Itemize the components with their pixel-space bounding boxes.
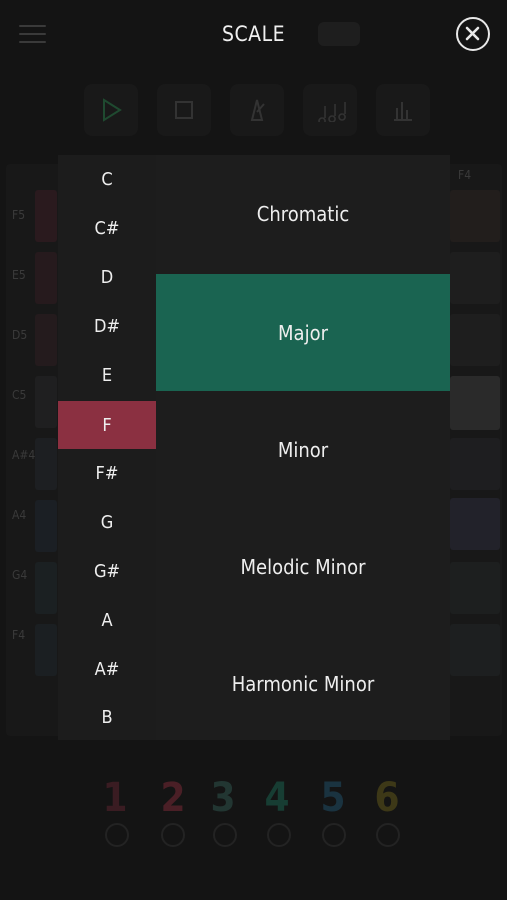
scale-type-list: Chromatic Major Minor Melodic Minor Harm… [156, 155, 450, 740]
note-option-e[interactable]: E [58, 351, 156, 399]
play-button [84, 84, 138, 136]
note-option-f[interactable]: F [58, 401, 156, 449]
note-option-a[interactable]: A [58, 596, 156, 644]
power-icon [105, 823, 129, 847]
note-option-g-sharp[interactable]: G# [58, 547, 156, 595]
grid-cell [35, 438, 57, 490]
grid-cell [450, 438, 500, 490]
grid-cell [450, 190, 500, 242]
scale-option-harmonic-minor[interactable]: Harmonic Minor [156, 625, 450, 742]
note-option-c-sharp[interactable]: C# [58, 204, 156, 252]
note-option-g[interactable]: G [58, 498, 156, 546]
notes-icon [318, 102, 346, 122]
grid-cell [35, 562, 57, 614]
column-label: F4 [458, 168, 472, 182]
grid-cell [35, 376, 57, 428]
notes-button [303, 84, 357, 136]
power-icon [376, 823, 400, 847]
bars-icon [394, 102, 412, 121]
channel-number: 6 [374, 775, 400, 821]
channel-number: 2 [160, 775, 186, 821]
bars-button [376, 84, 430, 136]
note-option-f-sharp[interactable]: F# [58, 449, 156, 497]
close-button[interactable] [456, 17, 490, 51]
grid-cell [35, 190, 57, 242]
grid-cell [35, 500, 57, 552]
row-label: F5 [12, 208, 26, 222]
note-option-d[interactable]: D [58, 253, 156, 301]
power-icon [161, 823, 185, 847]
grid-cell [450, 498, 500, 550]
channel-number: 4 [264, 775, 290, 821]
note-option-a-sharp[interactable]: A# [58, 645, 156, 693]
grid-cell [450, 252, 500, 304]
row-label: A4 [12, 508, 27, 522]
channel-number: 5 [320, 775, 346, 821]
row-label: G4 [12, 568, 28, 582]
row-label: D5 [12, 328, 28, 342]
power-icon [213, 823, 237, 847]
scale-option-chromatic[interactable]: Chromatic [156, 155, 450, 272]
channel-number: 3 [210, 775, 236, 821]
grid-cell [450, 624, 500, 676]
close-icon [465, 26, 480, 41]
grid-cell [450, 562, 500, 614]
metronome-button [230, 84, 284, 136]
grid-cell [35, 314, 57, 366]
metronome-icon [250, 99, 265, 121]
note-option-d-sharp[interactable]: D# [58, 302, 156, 350]
row-label: F4 [12, 628, 26, 642]
scale-option-melodic-minor[interactable]: Melodic Minor [156, 508, 450, 625]
play-icon [103, 98, 122, 122]
channel-number: 1 [102, 775, 128, 821]
power-icon [267, 823, 291, 847]
root-note-list: C C# D D# E F F# G G# A A# B [58, 155, 156, 740]
note-option-b[interactable]: B [58, 693, 156, 741]
note-option-c[interactable]: C [58, 155, 156, 203]
stop-icon [175, 101, 193, 119]
power-icon [322, 823, 346, 847]
row-label: A#4 [12, 448, 36, 462]
stop-button [157, 84, 211, 136]
page-title: SCALE [221, 22, 286, 46]
row-label: C5 [12, 388, 27, 402]
grid-cell [450, 314, 500, 366]
row-label: E5 [12, 268, 26, 282]
transport-toolbar [80, 84, 430, 136]
grid-cell [35, 252, 57, 304]
scale-option-minor[interactable]: Minor [156, 391, 450, 508]
grid-cell [35, 624, 57, 676]
channel-strip: 1 2 3 4 5 6 [90, 775, 420, 875]
grid-cell-active [450, 376, 500, 430]
scale-option-major[interactable]: Major [156, 274, 450, 391]
